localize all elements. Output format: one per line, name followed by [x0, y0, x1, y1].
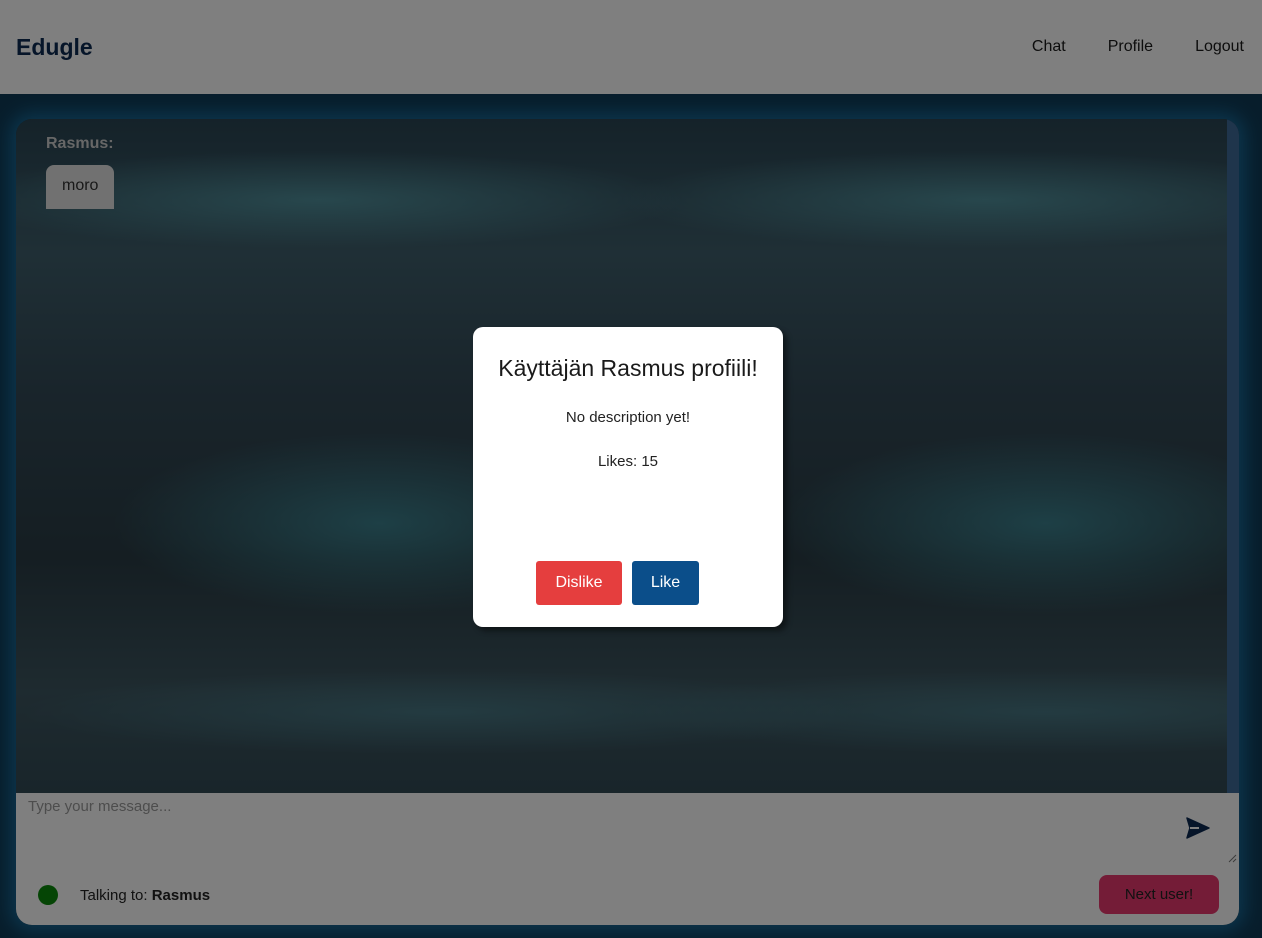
- modal-title: Käyttäjän Rasmus profiili!: [498, 355, 758, 381]
- profile-modal: Käyttäjän Rasmus profiili! No descriptio…: [473, 327, 783, 627]
- dislike-button[interactable]: Dislike: [536, 561, 622, 605]
- profile-likes: Likes: 15: [597, 453, 659, 470]
- profile-description: No description yet!: [565, 409, 691, 426]
- like-button[interactable]: Like: [632, 561, 699, 605]
